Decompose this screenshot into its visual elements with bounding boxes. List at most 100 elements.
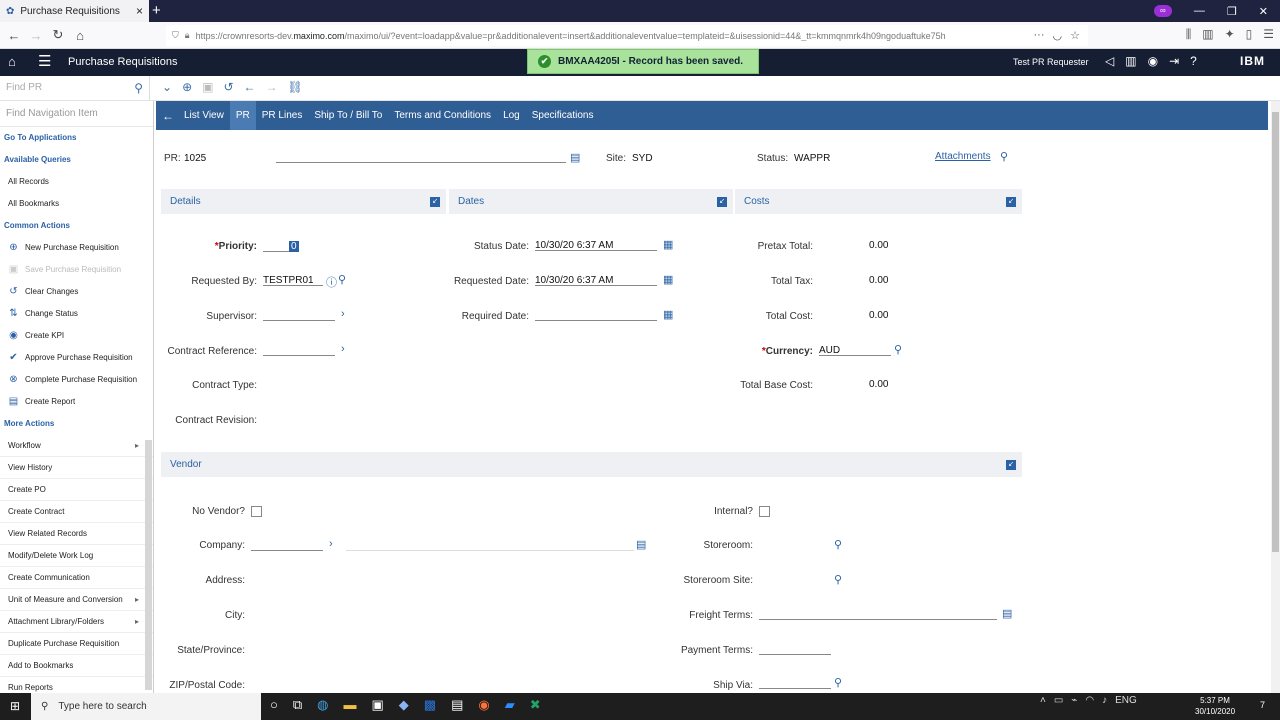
clock[interactable]: 5:37 PM 30/10/2020 [1195,695,1235,717]
lookup-requested-by-icon[interactable]: ⚲ [338,273,346,286]
home-icon[interactable]: ⌂ [8,54,16,69]
help-icon[interactable]: ? [1190,54,1197,68]
profile-icon[interactable]: ◉ [1148,54,1158,68]
url-bar[interactable]: ⛉ 🔒︎ https://crownresorts-dev.maximo.com… [166,25,1088,46]
tab-list-view[interactable]: List View [178,101,230,130]
requested-by-field[interactable]: TESTPR01 [263,274,323,286]
more-action-item[interactable]: Unit of Measure and Conversion ▸ [0,589,153,611]
menu-icon[interactable]: ☰ [1263,27,1274,42]
freight-terms-field[interactable] [759,608,997,620]
clear-changes-icon[interactable]: ↺ [223,80,233,94]
common-action-item[interactable]: ◉ Create KPI [0,325,153,347]
more-action-item[interactable]: Modify/Delete Work Log [0,545,153,567]
restore-icon[interactable]: ❐ [1227,5,1237,18]
extension-icon[interactable]: ✦ [1225,27,1235,42]
file-explorer-icon[interactable]: ▬ [344,697,357,713]
required-date-field[interactable] [535,309,657,321]
browser-tab[interactable]: ✿ Purchase Requisitions × [0,0,149,22]
task-view-icon[interactable]: ⧉ [293,697,302,713]
save-icon[interactable]: ▣ [202,80,213,94]
reload-icon[interactable]: ↻ [47,27,69,43]
go-to-applications-link[interactable]: Go To Applications [0,127,153,149]
bulletin-icon[interactable]: ◁ [1105,54,1114,68]
remote-desktop-icon[interactable]: ▤ [451,697,463,713]
sidebar-icon[interactable]: ▥ [1202,27,1213,42]
lookup-currency-icon[interactable]: ⚲ [894,343,902,356]
new-record-icon[interactable]: ⊕ [182,80,192,94]
main-scrollbar-thumb[interactable] [1272,112,1279,552]
hamburger-menu-icon[interactable]: ☰ [38,52,51,70]
close-window-icon[interactable]: ✕ [1259,5,1268,18]
more-icon[interactable]: ··· [1034,29,1045,42]
tab-pr[interactable]: PR [229,101,256,130]
search-icon[interactable]: ⚲ [134,76,143,100]
more-action-item[interactable]: View History [0,457,153,479]
internal-checkbox[interactable] [759,506,770,517]
app-icon[interactable]: ◆ [399,697,409,713]
close-tab-icon[interactable]: × [136,4,143,18]
tab-ship-to-bill-to[interactable]: Ship To / Bill To [308,101,388,130]
common-action-item[interactable]: ⊕ New Purchase Requisition [0,237,153,259]
long-description-icon[interactable]: ▤ [636,538,646,551]
library-icon[interactable]: ⫼ [1186,27,1192,42]
language-indicator[interactable]: ENG [1115,695,1137,706]
bookmark-star-icon[interactable]: ☆ [1070,29,1080,42]
calendar-icon[interactable]: ▦ [663,273,673,286]
long-description-icon[interactable]: ▤ [570,151,580,164]
forward-icon[interactable]: → [25,28,47,43]
zoom-icon[interactable]: ▰ [505,697,515,713]
attachments-link[interactable]: Attachments [935,151,991,162]
outlook-icon[interactable]: ▩ [424,697,436,713]
next-record-icon[interactable]: → [266,80,278,94]
query-item[interactable]: All Bookmarks [0,193,153,215]
currency-field[interactable]: AUD [819,344,891,356]
info-icon[interactable]: ⓘ [326,274,337,290]
lookup-storeroom-icon[interactable]: ⚲ [834,538,842,551]
tab-terms-and-conditions[interactable]: Terms and Conditions [388,101,497,130]
more-action-item[interactable]: Create PO [0,479,153,501]
common-action-item[interactable]: ↺ Clear Changes [0,281,153,303]
supervisor-field[interactable] [263,309,335,321]
back-arrow-icon[interactable]: ← [156,109,178,123]
calendar-icon[interactable]: ▦ [663,238,673,251]
payment-terms-field[interactable] [759,643,831,655]
more-action-item[interactable]: Add to Bookmarks [0,655,153,677]
find-navigation-input[interactable]: Find Navigation Item [0,101,153,127]
report-chart-icon[interactable]: ▥ [1125,54,1136,68]
pr-number[interactable]: 1025 [184,153,206,164]
requested-date-field[interactable]: 10/30/20 6:37 AM [535,274,657,286]
more-action-item[interactable]: Duplicate Purchase Requisition [0,633,153,655]
cortana-icon[interactable]: ○ [270,697,278,713]
lookup-storeroom-site-icon[interactable]: ⚲ [834,573,842,586]
pocket-icon[interactable]: ◡ [1053,29,1063,42]
signout-icon[interactable]: ⇥ [1169,54,1179,68]
contract-reference-field[interactable] [263,344,335,356]
back-icon[interactable]: ← [3,28,25,43]
common-action-item[interactable]: ▤ Create Report [0,391,153,413]
more-action-item[interactable]: Run Reports [0,677,153,693]
more-action-item[interactable]: Create Communication [0,567,153,589]
no-vendor-checkbox[interactable] [251,506,262,517]
network-icon[interactable]: ⌁ [1071,695,1077,706]
tab-specifications[interactable]: Specifications [526,101,600,130]
tray-icon[interactable]: ▭ [1054,695,1063,706]
more-action-item[interactable]: Create Contract [0,501,153,523]
company-field[interactable] [251,539,323,551]
taskbar-search[interactable]: ⚲ Type here to search [31,693,261,720]
more-action-item[interactable]: View Related Records [0,523,153,545]
collapse-costs-icon[interactable]: ↙ [1006,197,1016,207]
go-to-supervisor-icon[interactable]: › [341,308,345,320]
paperclip-icon[interactable]: ⚲ [1000,150,1008,163]
go-to-contract-icon[interactable]: › [341,343,345,355]
priority-field[interactable]: 0 [263,240,299,252]
chevron-down-icon[interactable]: ⌄ [162,80,172,94]
query-item[interactable]: All Records [0,171,153,193]
lookup-ship-via-icon[interactable]: ⚲ [834,676,842,689]
notifications-badge[interactable]: 7 [1260,700,1265,710]
tab-pr-lines[interactable]: PR Lines [256,101,309,130]
excel-icon[interactable]: ✖ [530,697,541,713]
wifi-icon[interactable]: ◠ [1085,695,1094,706]
previous-record-icon[interactable]: ← [244,80,256,94]
firefox-icon[interactable]: ◉ [478,697,489,713]
go-to-company-icon[interactable]: › [329,538,333,550]
